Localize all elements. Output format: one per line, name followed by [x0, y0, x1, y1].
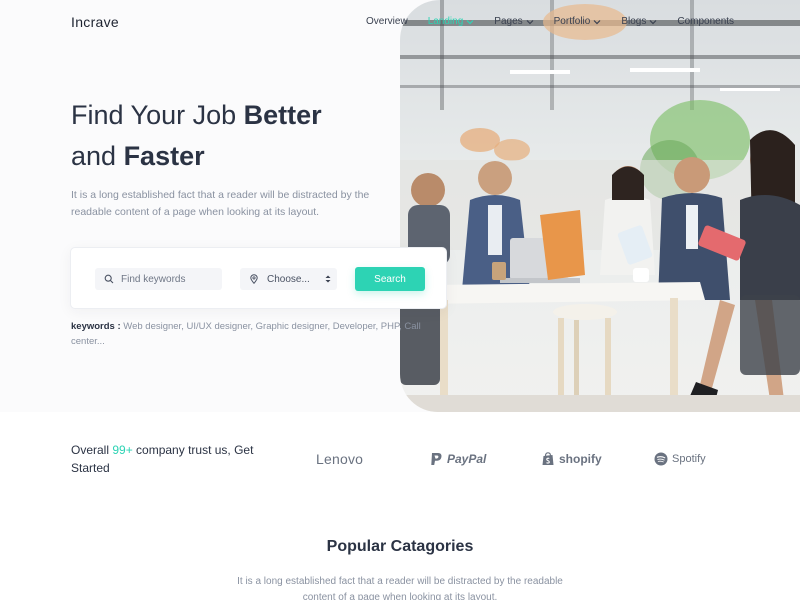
nav-item-label: Overview — [366, 16, 408, 27]
nav-item-blogs[interactable]: Blogs — [621, 16, 657, 27]
nav-item-label: Pages — [494, 16, 523, 27]
map-pin-icon — [249, 274, 259, 284]
main-nav: Overview Landing Pages Portfolio Blogs C… — [366, 16, 754, 27]
hero-office-photo — [400, 0, 800, 412]
location-select-value: Choose... — [267, 273, 310, 285]
hero-title-bold2: Faster — [123, 141, 205, 171]
trust-prefix: Overall — [71, 443, 113, 457]
hero-title-bold1: Better — [243, 100, 322, 130]
shopify-bag-icon — [541, 452, 555, 466]
nav-item-portfolio[interactable]: Portfolio — [554, 16, 602, 27]
keywords-label: keywords : — [71, 321, 121, 332]
paypal-logo-text: PayPal — [447, 452, 487, 466]
chevron-down-icon — [526, 18, 534, 26]
nav-item-landing[interactable]: Landing — [428, 16, 475, 27]
hero-title-part1: Find Your Job — [71, 100, 244, 130]
nav-item-label: Portfolio — [553, 16, 591, 27]
chevron-down-icon — [593, 18, 601, 26]
location-select[interactable]: Choose... — [240, 268, 337, 290]
nav-item-label: Components — [677, 16, 735, 27]
hero-title: Find Your Job Better and Faster — [71, 95, 391, 177]
hero-title-part2: and — [71, 141, 124, 171]
section-description: It is a long established fact that a rea… — [237, 576, 563, 600]
top-navbar: Incrave Overview Landing Pages Portfolio… — [0, 0, 800, 44]
spotify-mark-icon — [654, 452, 668, 466]
spotify-logo: Spotify — [654, 448, 706, 470]
section-title: Popular Catagories — [326, 538, 474, 555]
nav-item-overview[interactable]: Overview — [366, 16, 408, 27]
nav-item-pages[interactable]: Pages — [494, 16, 534, 27]
search-button[interactable]: Search — [355, 267, 425, 291]
paypal-logo: PayPal — [429, 448, 486, 470]
hero-description: It is a long established fact that a rea… — [71, 189, 370, 218]
nav-item-label: Landing — [427, 16, 464, 27]
brand-logo[interactable]: Incrave — [71, 14, 119, 30]
nav-item-label: Blogs — [621, 16, 647, 27]
nav-item-components[interactable]: Components — [677, 16, 734, 27]
shopify-logo-text: shopify — [559, 452, 602, 466]
chevron-down-icon — [466, 18, 474, 26]
trust-statement: Overall 99+ company trust us, Get Starte… — [71, 441, 286, 477]
spotify-logo-text: Spotify — [672, 453, 706, 465]
trust-count: 99+ — [112, 443, 133, 457]
keywords-list: Web designer, UI/UX designer, Graphic de… — [71, 321, 421, 347]
keyword-field[interactable] — [95, 268, 222, 290]
lenovo-logo-text: Lenovo — [316, 451, 364, 467]
shopify-logo: shopify — [541, 448, 602, 470]
lenovo-logo: Lenovo — [316, 448, 363, 470]
popular-keywords: keywords : Web designer, UI/UX designer,… — [71, 319, 431, 349]
job-search-form: Choose... Search — [70, 247, 447, 309]
search-icon — [104, 274, 114, 284]
paypal-mark-icon — [429, 452, 443, 466]
chevron-down-icon — [649, 18, 657, 26]
keyword-input[interactable] — [121, 273, 216, 285]
select-caret-icon — [325, 274, 331, 284]
